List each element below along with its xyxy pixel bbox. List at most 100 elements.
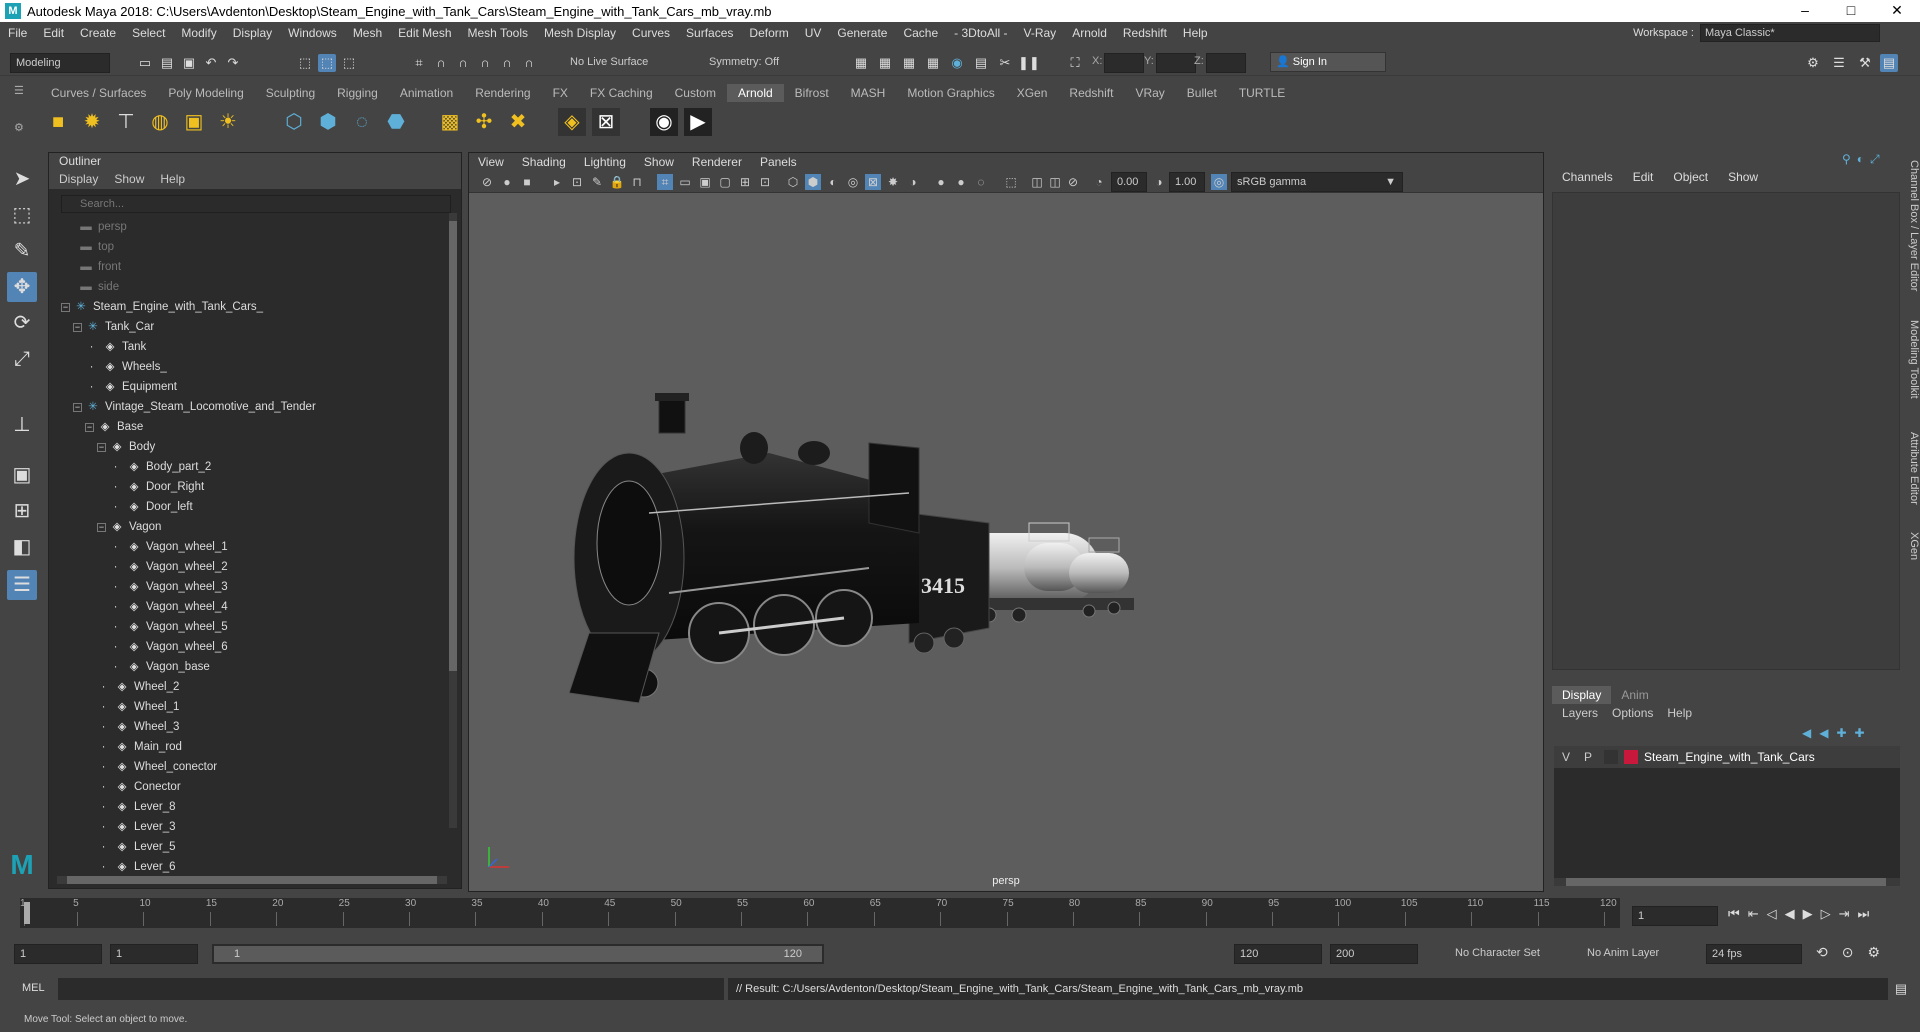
- menu-mesh-tools[interactable]: Mesh Tools: [460, 26, 536, 40]
- render-view-icon[interactable]: ▤: [972, 54, 990, 72]
- menu-mesh-display[interactable]: Mesh Display: [536, 26, 624, 40]
- range-bar[interactable]: 1 120: [214, 946, 822, 962]
- menu-file[interactable]: File: [0, 26, 35, 40]
- options-menu[interactable]: Options: [1612, 706, 1653, 720]
- outliner-hscrollbar[interactable]: [57, 876, 447, 884]
- vp-menu-panels[interactable]: Panels: [751, 153, 806, 171]
- outliner-item[interactable]: · ◈ Wheel_2: [97, 677, 180, 697]
- default-material-icon[interactable]: ◐: [825, 174, 841, 190]
- object-menu[interactable]: Object: [1673, 170, 1708, 184]
- open-scene-icon[interactable]: ▤: [158, 54, 176, 72]
- x-field[interactable]: [1104, 53, 1144, 73]
- sign-in-button[interactable]: 👤 Sign In: [1270, 52, 1386, 72]
- xray-components-icon[interactable]: ⊘: [1065, 174, 1081, 190]
- outliner-item[interactable]: · ◈ Vagon_base: [109, 657, 210, 677]
- single-pane-icon[interactable]: ▣: [7, 460, 37, 490]
- shelf-tab-turtle[interactable]: TURTLE: [1228, 84, 1296, 102]
- menu-uv[interactable]: UV: [797, 26, 830, 40]
- shelf-tab-rigging[interactable]: Rigging: [326, 84, 389, 102]
- outliner-menu-help[interactable]: Help: [160, 169, 185, 189]
- outliner-item[interactable]: · ◈ Vagon_wheel_6: [109, 637, 228, 657]
- light-portal-icon[interactable]: ▣: [180, 108, 208, 136]
- move-layer-up-icon[interactable]: ◀: [1802, 726, 1811, 740]
- grid-icon[interactable]: ⌗: [657, 174, 673, 190]
- collapse-toggle-icon[interactable]: −: [73, 403, 82, 412]
- wireframe-icon[interactable]: ⬡: [785, 174, 801, 190]
- outliner-menu-show[interactable]: Show: [114, 169, 144, 189]
- grease-pencil-icon[interactable]: ✎: [589, 174, 605, 190]
- fps-dropdown[interactable]: 24 fps: [1706, 944, 1802, 964]
- outliner-item[interactable]: · ◈ Conector: [97, 777, 181, 797]
- outliner-item[interactable]: · ◈ Door_Right: [109, 477, 205, 497]
- y-field[interactable]: [1156, 53, 1196, 73]
- outliner-search-input[interactable]: Search...: [61, 195, 451, 213]
- export-standin-icon[interactable]: ⬢: [314, 108, 342, 136]
- vray-icon[interactable]: ✂: [996, 54, 1014, 72]
- step-forward-frame-icon[interactable]: ▷: [1821, 906, 1831, 922]
- collapse-toggle-icon[interactable]: −: [97, 443, 106, 452]
- outliner-layout-icon[interactable]: ☰: [7, 570, 37, 600]
- outliner-item[interactable]: − ◈ Body: [97, 437, 155, 457]
- save-scene-icon[interactable]: ▣: [180, 54, 198, 72]
- move-tool-icon[interactable]: ✥: [7, 272, 37, 302]
- outliner-item[interactable]: · ◈ Body_part_2: [109, 457, 212, 477]
- side-tab-channel-box[interactable]: Channel Box / Layer Editor: [1902, 160, 1920, 291]
- shelf-tab-fx[interactable]: FX: [542, 84, 579, 102]
- volume-icon[interactable]: ⬣: [382, 108, 410, 136]
- layer-row[interactable]: V P Steam_Engine_with_Tank_Cars: [1554, 746, 1900, 768]
- play-backward-icon[interactable]: ◀: [1785, 906, 1795, 922]
- outliner-item[interactable]: · ◈ Vagon_wheel_1: [109, 537, 228, 557]
- select-camera-icon[interactable]: ⊘: [479, 174, 495, 190]
- outliner-item[interactable]: · ◈ Vagon_wheel_3: [109, 577, 228, 597]
- select-object-icon[interactable]: ⬚: [318, 54, 336, 72]
- outliner-item[interactable]: · ◈ Wheel_3: [97, 717, 180, 737]
- image-plane-icon[interactable]: ▸: [549, 174, 565, 190]
- train-model[interactable]: 3415: [569, 393, 1169, 713]
- two-d-pan-icon[interactable]: ⊡: [569, 174, 585, 190]
- shelf-tab-xgen[interactable]: XGen: [1006, 84, 1059, 102]
- menu-edit-mesh[interactable]: Edit Mesh: [390, 26, 459, 40]
- outliner-item[interactable]: · ◈ Wheels_: [85, 357, 167, 377]
- shelf-tab-bullet[interactable]: Bullet: [1176, 84, 1228, 102]
- collapse-toggle-icon[interactable]: −: [73, 323, 82, 332]
- viewport-panel[interactable]: View Shading Lighting Show Renderer Pane…: [468, 152, 1544, 892]
- safe-action-icon[interactable]: ▭: [677, 174, 693, 190]
- menu-generate[interactable]: Generate: [829, 26, 895, 40]
- auto-key-icon[interactable]: ⊙: [1842, 944, 1854, 961]
- close-button[interactable]: ✕: [1874, 0, 1920, 22]
- smooth-shade-icon[interactable]: ⬢: [805, 174, 821, 190]
- use-all-lights-icon[interactable]: ✸: [885, 174, 901, 190]
- snap-curve-icon[interactable]: ∩: [432, 54, 450, 72]
- attr-icon[interactable]: ⚲: [1842, 152, 1851, 167]
- flush-textures-icon[interactable]: ✣: [470, 108, 498, 136]
- vp-menu-lighting[interactable]: Lighting: [575, 153, 635, 171]
- menu-windows[interactable]: Windows: [280, 26, 345, 40]
- gate-mask-icon[interactable]: ▢: [717, 174, 733, 190]
- channel-box-content[interactable]: [1552, 192, 1900, 670]
- view-transform-dropdown[interactable]: sRGB gamma ▼: [1231, 172, 1403, 192]
- layer-hscroll-thumb[interactable]: [1566, 878, 1886, 886]
- redo-icon[interactable]: ↷: [224, 54, 242, 72]
- command-input[interactable]: [58, 978, 724, 1000]
- go-to-end-icon[interactable]: ⏭: [1858, 906, 1870, 922]
- vp-menu-renderer[interactable]: Renderer: [683, 153, 751, 171]
- select-tool-icon[interactable]: ➤: [7, 164, 37, 194]
- pause-icon[interactable]: ❚❚: [1018, 54, 1040, 72]
- anim-prefs-icon[interactable]: ⚙: [1867, 944, 1880, 961]
- mode-dropdown[interactable]: Modeling: [10, 53, 110, 73]
- tab-anim[interactable]: Anim: [1611, 686, 1658, 704]
- shelf-tab-rendering[interactable]: Rendering: [464, 84, 541, 102]
- script-editor-icon[interactable]: ▤: [1892, 980, 1910, 998]
- flush-all-icon[interactable]: ✖: [504, 108, 532, 136]
- outliner-item[interactable]: − ✳ Tank_Car: [73, 317, 154, 337]
- side-tab-xgen[interactable]: XGen: [1902, 532, 1920, 560]
- two-pane-icon[interactable]: ◧: [7, 532, 37, 562]
- menu-select[interactable]: Select: [124, 26, 173, 40]
- attribute-editor-icon[interactable]: ☰: [1830, 54, 1848, 72]
- render-settings-icon[interactable]: ▦: [924, 54, 942, 72]
- mesh-light-icon[interactable]: ✹: [78, 108, 106, 136]
- xray-joints-icon[interactable]: ◫: [1047, 174, 1063, 190]
- character-set-dropdown[interactable]: No Character Set: [1450, 944, 1566, 964]
- collapse-toggle-icon[interactable]: −: [97, 523, 106, 532]
- shelf-tab-custom[interactable]: Custom: [664, 84, 727, 102]
